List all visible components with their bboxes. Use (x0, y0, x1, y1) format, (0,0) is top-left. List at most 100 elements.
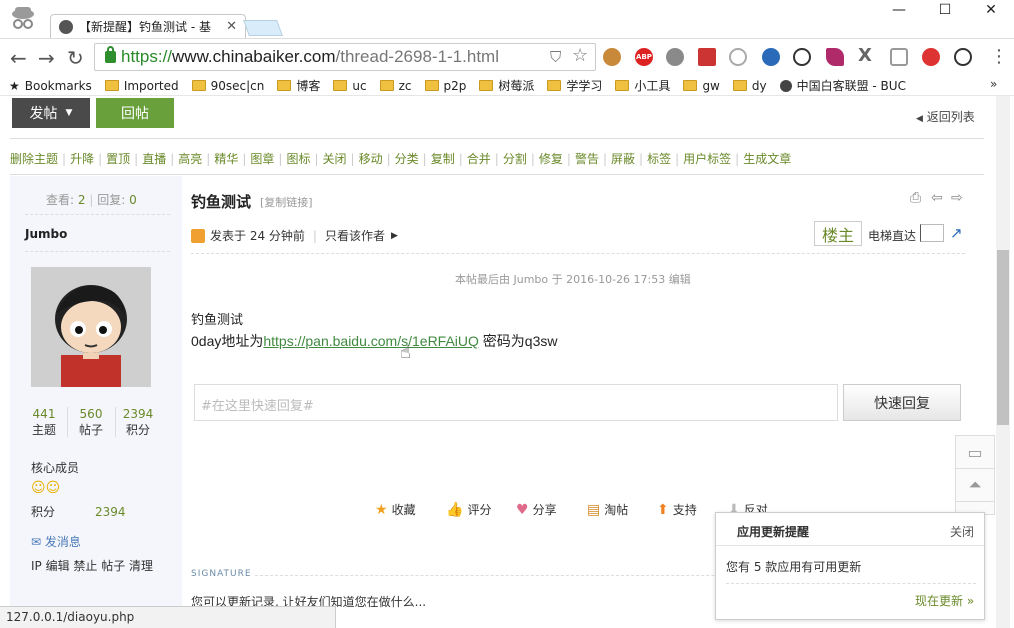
back-icon[interactable]: ← (10, 46, 27, 70)
topics-count[interactable]: 441 主题 (19, 407, 69, 438)
support-button[interactable]: ⬆ 支持 (657, 501, 697, 518)
admin-action-link[interactable]: 用户标签 (683, 152, 731, 166)
comment-icon[interactable]: ▭ (956, 436, 994, 469)
back-to-list-link[interactable]: ◀ 返回列表 (916, 108, 975, 125)
admin-action-link[interactable]: 精华 (214, 152, 238, 166)
forward-icon[interactable]: → (38, 46, 55, 70)
bookmark-item[interactable]: ★ Bookmarks (9, 79, 92, 93)
admin-action-link[interactable]: 关闭 (323, 152, 347, 166)
bookmark-item[interactable]: 小工具 (615, 77, 670, 94)
share-button[interactable]: ♥ 分享 (516, 501, 557, 518)
quick-reply-button[interactable]: 快速回复 (843, 384, 961, 421)
caret-down-icon: ▼ (65, 108, 73, 118)
rate-button[interactable]: 👍 评分 (446, 501, 491, 518)
cloud-icon[interactable] (729, 48, 747, 66)
only-author-link[interactable]: 只看该作者 (325, 227, 385, 244)
heart-icon: ♥ (516, 501, 529, 518)
popup-body: 您有 5 款应用有可用更新 (726, 560, 862, 574)
info-icon[interactable] (793, 48, 811, 66)
admin-action-link[interactable]: 置顶 (106, 152, 130, 166)
admin-action-link[interactable]: 复制 (431, 152, 455, 166)
maximize-button[interactable]: ☐ (922, 0, 968, 20)
minimize-button[interactable]: — (876, 0, 922, 20)
feather-icon[interactable] (826, 48, 844, 66)
block-icon[interactable] (922, 48, 940, 66)
admin-action-link[interactable]: 警告 (575, 152, 599, 166)
tab-close-icon[interactable]: ✕ (226, 19, 237, 34)
floating-buttons: ▭ ⏶ (955, 435, 995, 515)
address-bar[interactable]: https://www.chinabaiker.com/thread-2698-… (94, 43, 596, 71)
bookmark-item[interactable]: zc (379, 79, 412, 93)
author-name[interactable]: Jumbo (25, 227, 67, 241)
bookmark-item[interactable]: Imported (104, 79, 179, 93)
globe-icon[interactable] (666, 48, 684, 66)
back-to-top-icon[interactable]: ⏶ (956, 469, 994, 502)
shield-icon[interactable] (890, 48, 908, 66)
admin-action-link[interactable]: 合并 (467, 152, 491, 166)
next-icon[interactable]: ⇨ (951, 190, 963, 206)
new-tab-button[interactable] (243, 20, 283, 36)
scrollbar-thumb[interactable] (997, 250, 1009, 425)
admin-action-link[interactable]: 移动 (359, 152, 383, 166)
bookmark-item[interactable]: 树莓派 (479, 77, 534, 94)
avatar[interactable] (31, 267, 151, 387)
bookmarks-more-button[interactable]: » (990, 77, 997, 91)
prev-icon[interactable]: ⇦ (931, 190, 943, 206)
rank-smiley-icon: ☺☺ (31, 480, 61, 496)
update-now-link[interactable]: 现在更新 » (915, 592, 974, 609)
admin-action-link[interactable]: 标签 (647, 152, 671, 166)
print-icon[interactable]: ⎙ (910, 190, 921, 206)
floor-input[interactable] (920, 224, 944, 242)
separator: | (350, 152, 355, 166)
reply-button[interactable]: 回帖 (96, 98, 174, 128)
download-link[interactable]: https://pan.baidu.com/s/1eRFAiUQ (263, 333, 479, 349)
admin-action-link[interactable]: 图标 (286, 152, 310, 166)
separator: | (602, 152, 607, 166)
adblock-icon[interactable]: ABP (635, 48, 653, 66)
copy-link[interactable]: [复制链接] (260, 194, 313, 210)
cookie-icon[interactable] (603, 48, 621, 66)
close-window-button[interactable]: ✕ (968, 0, 1014, 20)
admin-action-link[interactable]: 分割 (503, 152, 527, 166)
bookmark-item[interactable]: dy (732, 79, 767, 93)
bookmark-item[interactable]: 90sec|cn (191, 79, 264, 93)
earth-icon[interactable] (762, 48, 780, 66)
admin-action-link[interactable]: 删除主题 (10, 152, 58, 166)
hash-icon[interactable] (954, 48, 972, 66)
popup-close-link[interactable]: 关闭 (950, 523, 974, 540)
bookmark-star-icon[interactable]: ☆ (572, 45, 588, 66)
go-arrow-icon[interactable]: ↗ (950, 224, 963, 242)
post-button[interactable]: 发帖 ▼ (12, 98, 90, 128)
extension-red-icon[interactable] (698, 48, 716, 66)
separator: | (675, 152, 680, 166)
bookmark-item[interactable]: 中国白客联盟 - BUC (779, 77, 906, 94)
bookmark-item[interactable]: 学学习 (547, 77, 602, 94)
admin-action-link[interactable]: 生成文章 (743, 152, 791, 166)
admin-action-link[interactable]: 图章 (250, 152, 274, 166)
separator: | (98, 152, 103, 166)
bookmark-item[interactable]: p2p (424, 79, 466, 93)
reload-icon[interactable]: ↻ (67, 46, 84, 70)
browser-tab[interactable]: 【新提醒】钓鱼测试 - 基 ✕ (50, 14, 246, 38)
credits-count[interactable]: 2394 积分 (113, 407, 163, 438)
quick-reply-input[interactable]: #在这里快速回复# (194, 384, 838, 421)
posts-count[interactable]: 560 帖子 (66, 407, 116, 438)
send-message-link[interactable]: ✉ 发消息 (31, 533, 81, 550)
bookmark-item[interactable]: uc (333, 79, 367, 93)
bookmark-item[interactable]: gw (683, 79, 720, 93)
shield-page-icon[interactable]: ⛉ (550, 48, 561, 66)
collect-button[interactable]: ▤ 淘帖 (587, 501, 628, 518)
admin-action-link[interactable]: 高亮 (178, 152, 202, 166)
bookmark-item[interactable]: 博客 (277, 77, 320, 94)
up-arrow-icon: ⬆ (657, 501, 669, 518)
favorite-button[interactable]: ★ 收藏 (375, 501, 416, 518)
x-icon[interactable]: X (858, 45, 872, 66)
admin-action-link[interactable]: 分类 (395, 152, 419, 166)
admin-action-link[interactable]: 直播 (142, 152, 166, 166)
admin-action-link[interactable]: 修复 (539, 152, 563, 166)
admin-action-link[interactable]: 升降 (70, 152, 94, 166)
admin-action-link[interactable]: 屏蔽 (611, 152, 635, 166)
menu-icon[interactable]: ⋮ (990, 46, 1008, 67)
post-body-line: 0day地址为https://pan.baidu.com/s/1eRFAiUQ … (191, 333, 558, 349)
admin-links[interactable]: IP 编辑 禁止 帖子 清理 (31, 557, 153, 574)
